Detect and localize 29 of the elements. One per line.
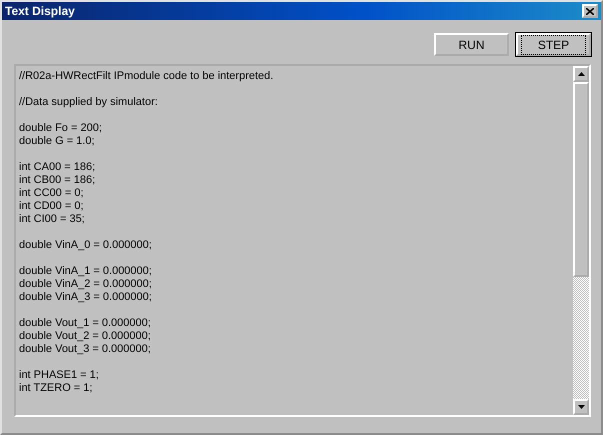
- window-title: Text Display: [5, 4, 75, 18]
- code-line: double VinA_1 = 0.000000;: [19, 265, 153, 278]
- code-line: double Vout_3 = 0.000000;: [19, 343, 152, 356]
- close-button[interactable]: [582, 4, 598, 18]
- code-line: //R02a-HWRectFilt IPmodule code to be interpreted.: [19, 70, 274, 83]
- code-line: int CB00 = 186;: [19, 174, 96, 187]
- scroll-thumb[interactable]: [573, 82, 589, 277]
- code-line: int CA00 = 186;: [19, 161, 96, 174]
- code-line: double Fo = 200;: [19, 122, 103, 135]
- code-line: int CC00 = 0;: [19, 187, 85, 200]
- code-line: int TZERO = 1;: [19, 382, 94, 395]
- code-line: double Vout_2 = 0.000000;: [19, 330, 152, 343]
- down-arrow-icon: [578, 405, 584, 409]
- code-line: double Vout_1 = 0.000000;: [19, 317, 152, 330]
- scroll-up-button[interactable]: [573, 66, 589, 82]
- code-line: //Data supplied by simulator:: [19, 96, 159, 109]
- vertical-scrollbar[interactable]: [573, 66, 589, 415]
- code-line: double VinA_3 = 0.000000;: [19, 291, 153, 304]
- code-line: int PHASE1 = 1;: [19, 369, 100, 382]
- code-line: int CD00 = 0;: [19, 200, 85, 213]
- code-line: double VinA_0 = 0.000000;: [19, 239, 153, 252]
- up-arrow-icon: [578, 72, 584, 76]
- code-line: double VinA_2 = 0.000000;: [19, 278, 153, 291]
- code-line: int CI00 = 35;: [19, 213, 86, 226]
- action-button[interactable]: STEP: [516, 33, 591, 56]
- action-button[interactable]: RUN: [434, 33, 509, 56]
- scroll-down-button[interactable]: [573, 399, 589, 415]
- code-line: double G = 1.0;: [19, 135, 96, 148]
- close-icon: [586, 8, 594, 14]
